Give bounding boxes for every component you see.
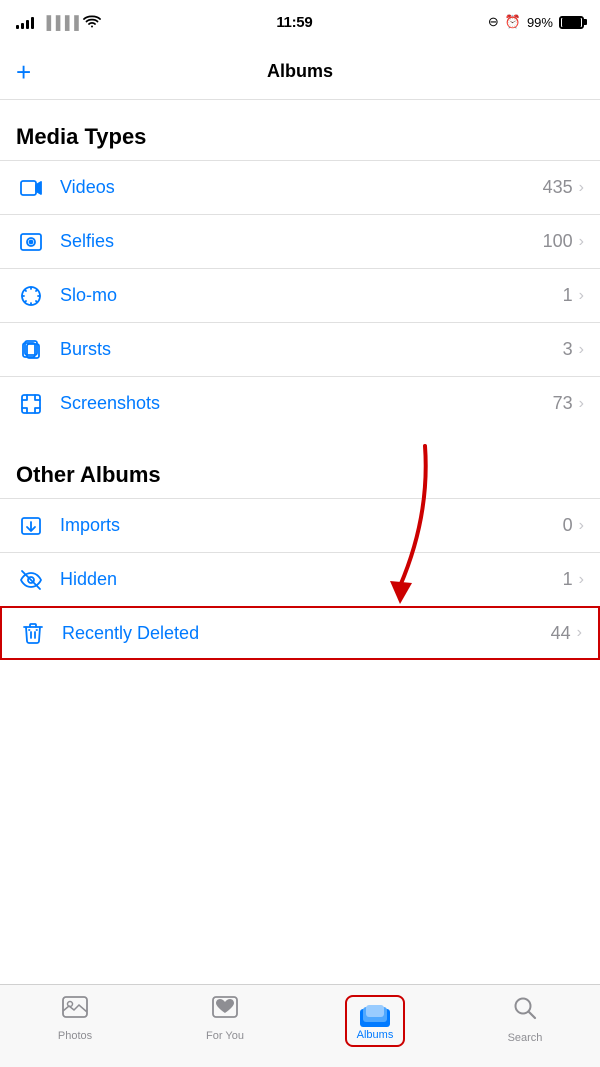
wifi-icon [83, 14, 101, 31]
status-right: ⊖ ⏰ 99% [488, 14, 584, 30]
bursts-icon [16, 335, 46, 365]
screenshot-icon [16, 389, 46, 419]
list-item-screenshots[interactable]: Screenshots 73 › [0, 376, 600, 430]
signal-bar-3 [26, 20, 29, 29]
signal-bar-2 [21, 23, 24, 29]
section-header-media-types: Media Types [0, 100, 600, 160]
imports-icon [16, 511, 46, 541]
status-time: 11:59 [276, 14, 312, 31]
bursts-label: Bursts [60, 339, 563, 360]
slomo-label: Slo-mo [60, 285, 563, 306]
battery-icon [559, 16, 584, 29]
tab-bar: Photos For You Albums [0, 984, 600, 1067]
for-you-tab-label: For You [206, 1030, 244, 1042]
list-item-videos[interactable]: Videos 435 › [0, 160, 600, 214]
screenshots-label: Screenshots [60, 393, 553, 414]
nav-bar: + Albums [0, 44, 600, 100]
screenshots-chevron: › [579, 395, 584, 413]
list-item-recently-deleted[interactable]: Recently Deleted 44 › [0, 606, 600, 660]
signal-bar-1 [16, 25, 19, 29]
selfies-label: Selfies [60, 231, 543, 252]
section-header-other-albums: Other Albums [0, 438, 600, 498]
search-tab-label: Search [508, 1032, 543, 1044]
photos-tab-label: Photos [58, 1030, 92, 1042]
slomo-count: 1 [563, 285, 573, 306]
selfies-count: 100 [543, 231, 573, 252]
battery-fill [562, 18, 581, 27]
recently-deleted-chevron: › [577, 624, 582, 642]
screenshots-count: 73 [553, 393, 573, 414]
hidden-icon [16, 565, 46, 595]
slomo-chevron: › [579, 287, 584, 305]
albums-tab-icon [360, 1001, 390, 1027]
battery-percent: 99% [527, 15, 553, 30]
list-item-bursts[interactable]: Bursts 3 › [0, 322, 600, 376]
signal-bars [16, 15, 34, 29]
tab-for-you[interactable]: For You [150, 995, 300, 1042]
bursts-count: 3 [563, 339, 573, 360]
for-you-tab-icon [211, 995, 239, 1026]
albums-tab-label: Albums [357, 1029, 394, 1041]
search-tab-icon [512, 995, 538, 1028]
tab-photos[interactable]: Photos [0, 995, 150, 1042]
list-item-selfies[interactable]: Selfies 100 › [0, 214, 600, 268]
recently-deleted-label: Recently Deleted [62, 623, 551, 644]
recently-deleted-count: 44 [551, 623, 571, 644]
selfies-chevron: › [579, 233, 584, 251]
list-item-slomo[interactable]: Slo-mo 1 › [0, 268, 600, 322]
content-area: Media Types Videos 435 › Selfies 100 › [0, 100, 600, 660]
nav-title: Albums [267, 61, 333, 82]
status-left: ▐▐▐▐ [16, 14, 101, 31]
tab-search[interactable]: Search [450, 995, 600, 1044]
tab-albums[interactable]: Albums [300, 995, 450, 1047]
videos-chevron: › [579, 179, 584, 197]
add-button[interactable]: + [16, 59, 31, 85]
list-item-imports[interactable]: Imports 0 › [0, 498, 600, 552]
slomo-icon [16, 281, 46, 311]
list-item-hidden[interactable]: Hidden 1 › [0, 552, 600, 606]
hidden-chevron: › [579, 571, 584, 589]
videos-count: 435 [543, 177, 573, 198]
annotation-arrow [360, 436, 440, 621]
imports-count: 0 [563, 515, 573, 536]
photos-tab-icon [61, 995, 89, 1026]
hidden-count: 1 [563, 569, 573, 590]
signal-bar-4 [31, 17, 34, 29]
video-icon [16, 173, 46, 203]
selfie-icon [16, 227, 46, 257]
videos-label: Videos [60, 177, 543, 198]
status-bar: ▐▐▐▐ 11:59 ⊖ ⏰ 99% [0, 0, 600, 44]
imports-chevron: › [579, 517, 584, 535]
lock-icon: ⊖ [488, 14, 499, 30]
hidden-label: Hidden [60, 569, 563, 590]
trash-icon [18, 618, 48, 648]
alarm-icon: ⏰ [505, 14, 521, 30]
imports-label: Imports [60, 515, 563, 536]
bursts-chevron: › [579, 341, 584, 359]
